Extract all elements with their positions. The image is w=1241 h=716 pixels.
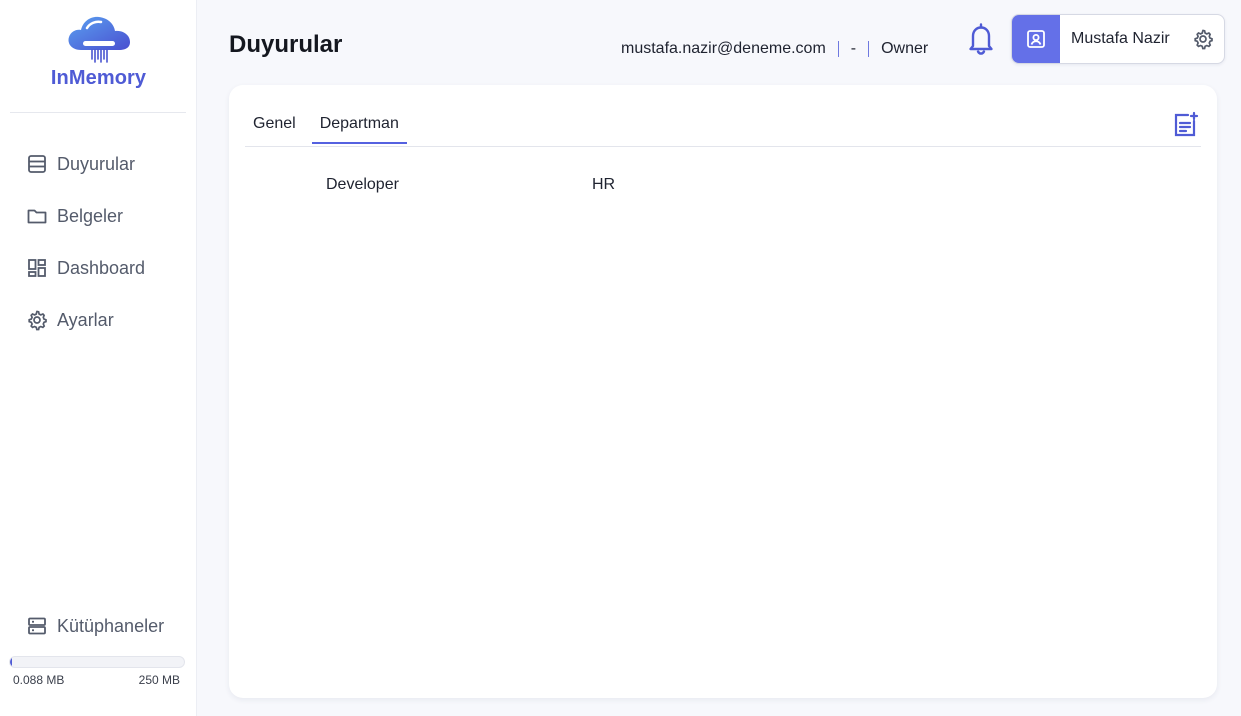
sidebar-item-dashboard[interactable]: Dashboard bbox=[0, 242, 197, 294]
sidebar-nav: Duyurular Belgeler Dashboard Ayarlar bbox=[0, 138, 197, 346]
sidebar-item-ayarlar[interactable]: Ayarlar bbox=[0, 294, 197, 346]
user-email: mustafa.nazir@deneme.com bbox=[621, 40, 826, 57]
tab-divider bbox=[245, 146, 1201, 147]
tab-departman[interactable]: Departman bbox=[311, 105, 408, 144]
sidebar: InMemory Duyurular Belgeler Dashboard Ay… bbox=[0, 0, 197, 716]
folder-icon bbox=[26, 205, 48, 227]
announcements-card: Genel Departman Developer HR bbox=[229, 85, 1217, 698]
sidebar-divider bbox=[10, 112, 186, 113]
dashboard-icon bbox=[26, 257, 48, 279]
brand-name: InMemory bbox=[50, 67, 147, 89]
meta-divider bbox=[868, 41, 870, 57]
sidebar-item-label: Kütüphaneler bbox=[57, 615, 165, 636]
list-item[interactable]: Developer HR bbox=[326, 176, 615, 194]
storage-used-label: 0.088 MB bbox=[13, 673, 65, 687]
page-title: Duyurular bbox=[229, 31, 343, 58]
user-meta: mustafa.nazir@deneme.com - Owner bbox=[621, 38, 928, 60]
position-cell: Developer bbox=[326, 176, 399, 193]
storage-progress-bar bbox=[9, 656, 185, 668]
sidebar-item-kutuphaneler[interactable]: Kütüphaneler bbox=[0, 600, 197, 652]
profile-menu[interactable]: Mustafa Nazir bbox=[1011, 14, 1225, 64]
list-icon bbox=[26, 153, 48, 175]
settings-gear-icon[interactable] bbox=[1192, 28, 1214, 50]
add-note-icon[interactable] bbox=[1171, 111, 1199, 139]
user-department: - bbox=[850, 40, 857, 57]
sidebar-item-duyurular[interactable]: Duyurular bbox=[0, 138, 197, 190]
profile-name: Mustafa Nazir bbox=[1071, 30, 1170, 47]
department-cell: HR bbox=[592, 176, 616, 193]
user-role: Owner bbox=[881, 40, 929, 57]
sidebar-item-label: Dashboard bbox=[57, 257, 146, 278]
gear-icon bbox=[26, 309, 48, 331]
app-root: InMemory Duyurular Belgeler Dashboard Ay… bbox=[0, 0, 1241, 716]
user-card-icon bbox=[1027, 30, 1045, 48]
bell-icon[interactable] bbox=[965, 22, 997, 56]
sidebar-item-label: Belgeler bbox=[57, 205, 124, 226]
server-icon bbox=[26, 615, 48, 637]
sidebar-item-label: Ayarlar bbox=[57, 309, 114, 330]
storage-total-label: 250 MB bbox=[138, 673, 180, 687]
tab-genel[interactable]: Genel bbox=[245, 105, 304, 143]
sidebar-item-label: Duyurular bbox=[57, 153, 136, 174]
avatar bbox=[1012, 15, 1060, 63]
sidebar-item-belgeler[interactable]: Belgeler bbox=[0, 190, 197, 242]
cloud-logo-icon bbox=[68, 16, 130, 63]
storage-progress-fill bbox=[10, 657, 13, 667]
meta-divider bbox=[837, 41, 839, 57]
brand[interactable]: InMemory bbox=[0, 12, 197, 90]
tab-bar: Genel Departman bbox=[245, 105, 415, 147]
